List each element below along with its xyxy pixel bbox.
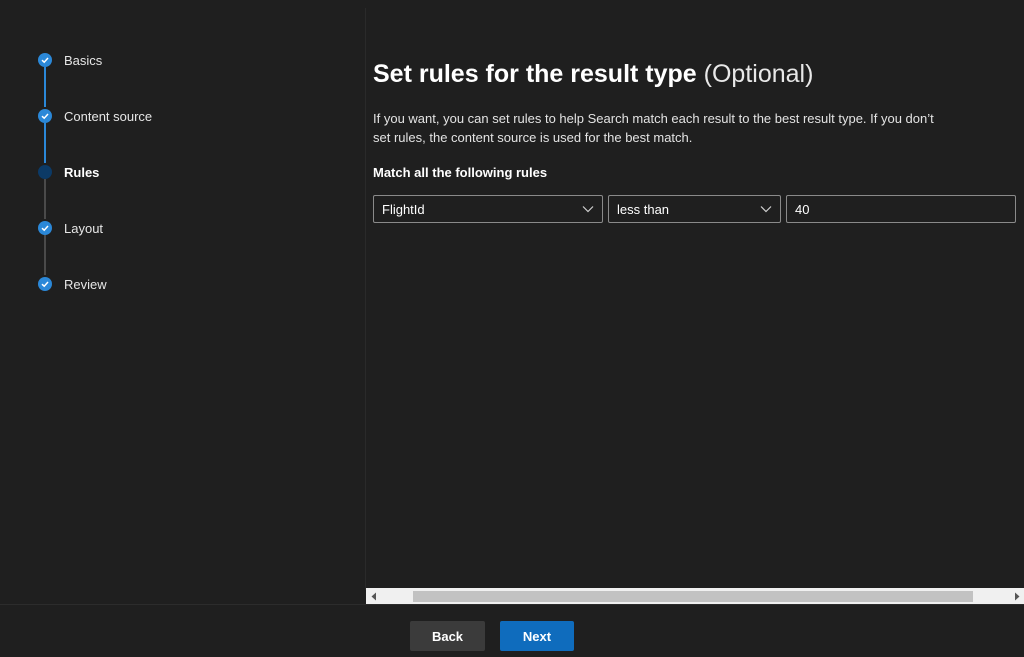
wizard-step-rules[interactable]: Rules: [38, 164, 99, 180]
rules-heading: Match all the following rules: [373, 165, 548, 180]
page-description: If you want, you can set rules to help S…: [373, 111, 934, 145]
step-connector-2: [44, 123, 46, 163]
wizard-step-label: Layout: [64, 220, 104, 236]
next-button[interactable]: Next: [500, 621, 574, 651]
current-step-dot-icon: [38, 165, 52, 179]
wizard-footer: Back Next: [0, 604, 1024, 657]
wizard-step-label: Basics: [64, 52, 103, 68]
wizard-step-review[interactable]: Review: [38, 276, 107, 292]
rule-property-value: FlightId: [382, 201, 425, 217]
chevron-down-icon: [760, 206, 772, 213]
checkmark-icon: [38, 109, 52, 123]
horizontal-scrollbar[interactable]: [366, 588, 1024, 605]
step-connector-4: [44, 235, 46, 275]
back-button[interactable]: Back: [410, 621, 485, 651]
checkmark-icon: [38, 53, 52, 67]
scroll-right-arrow-icon[interactable]: [1012, 592, 1022, 601]
wizard-step-layout[interactable]: Layout: [38, 220, 103, 236]
wizard-step-basics[interactable]: Basics: [38, 52, 102, 68]
wizard-step-label: Content source: [64, 108, 153, 124]
wizard-steps-pane: Basics Content source Rules Layout Revie…: [0, 0, 366, 604]
step-connector-1: [44, 67, 46, 107]
scrollbar-thumb[interactable]: [413, 591, 973, 602]
wizard-step-content-source[interactable]: Content source: [38, 108, 152, 124]
page-title: Set rules for the result type (Optional): [373, 60, 813, 89]
page-title-optional: (Optional): [703, 60, 814, 88]
page-title-text: Set rules for the result type: [373, 60, 697, 88]
chevron-down-icon: [582, 206, 594, 213]
checkmark-icon: [38, 277, 52, 291]
checkmark-icon: [38, 221, 52, 235]
scroll-left-arrow-icon[interactable]: [369, 592, 379, 601]
rule-operator-dropdown[interactable]: less than: [608, 195, 781, 223]
rule-value-field[interactable]: [786, 195, 1016, 223]
rule-value-input[interactable]: [795, 201, 1005, 217]
pane-divider: [365, 8, 366, 590]
wizard-step-label: Rules: [64, 164, 100, 180]
wizard-step-label: Review: [64, 276, 107, 292]
rule-operator-value: less than: [617, 201, 670, 217]
step-connector-3: [44, 179, 46, 219]
rule-property-dropdown[interactable]: FlightId: [373, 195, 603, 223]
